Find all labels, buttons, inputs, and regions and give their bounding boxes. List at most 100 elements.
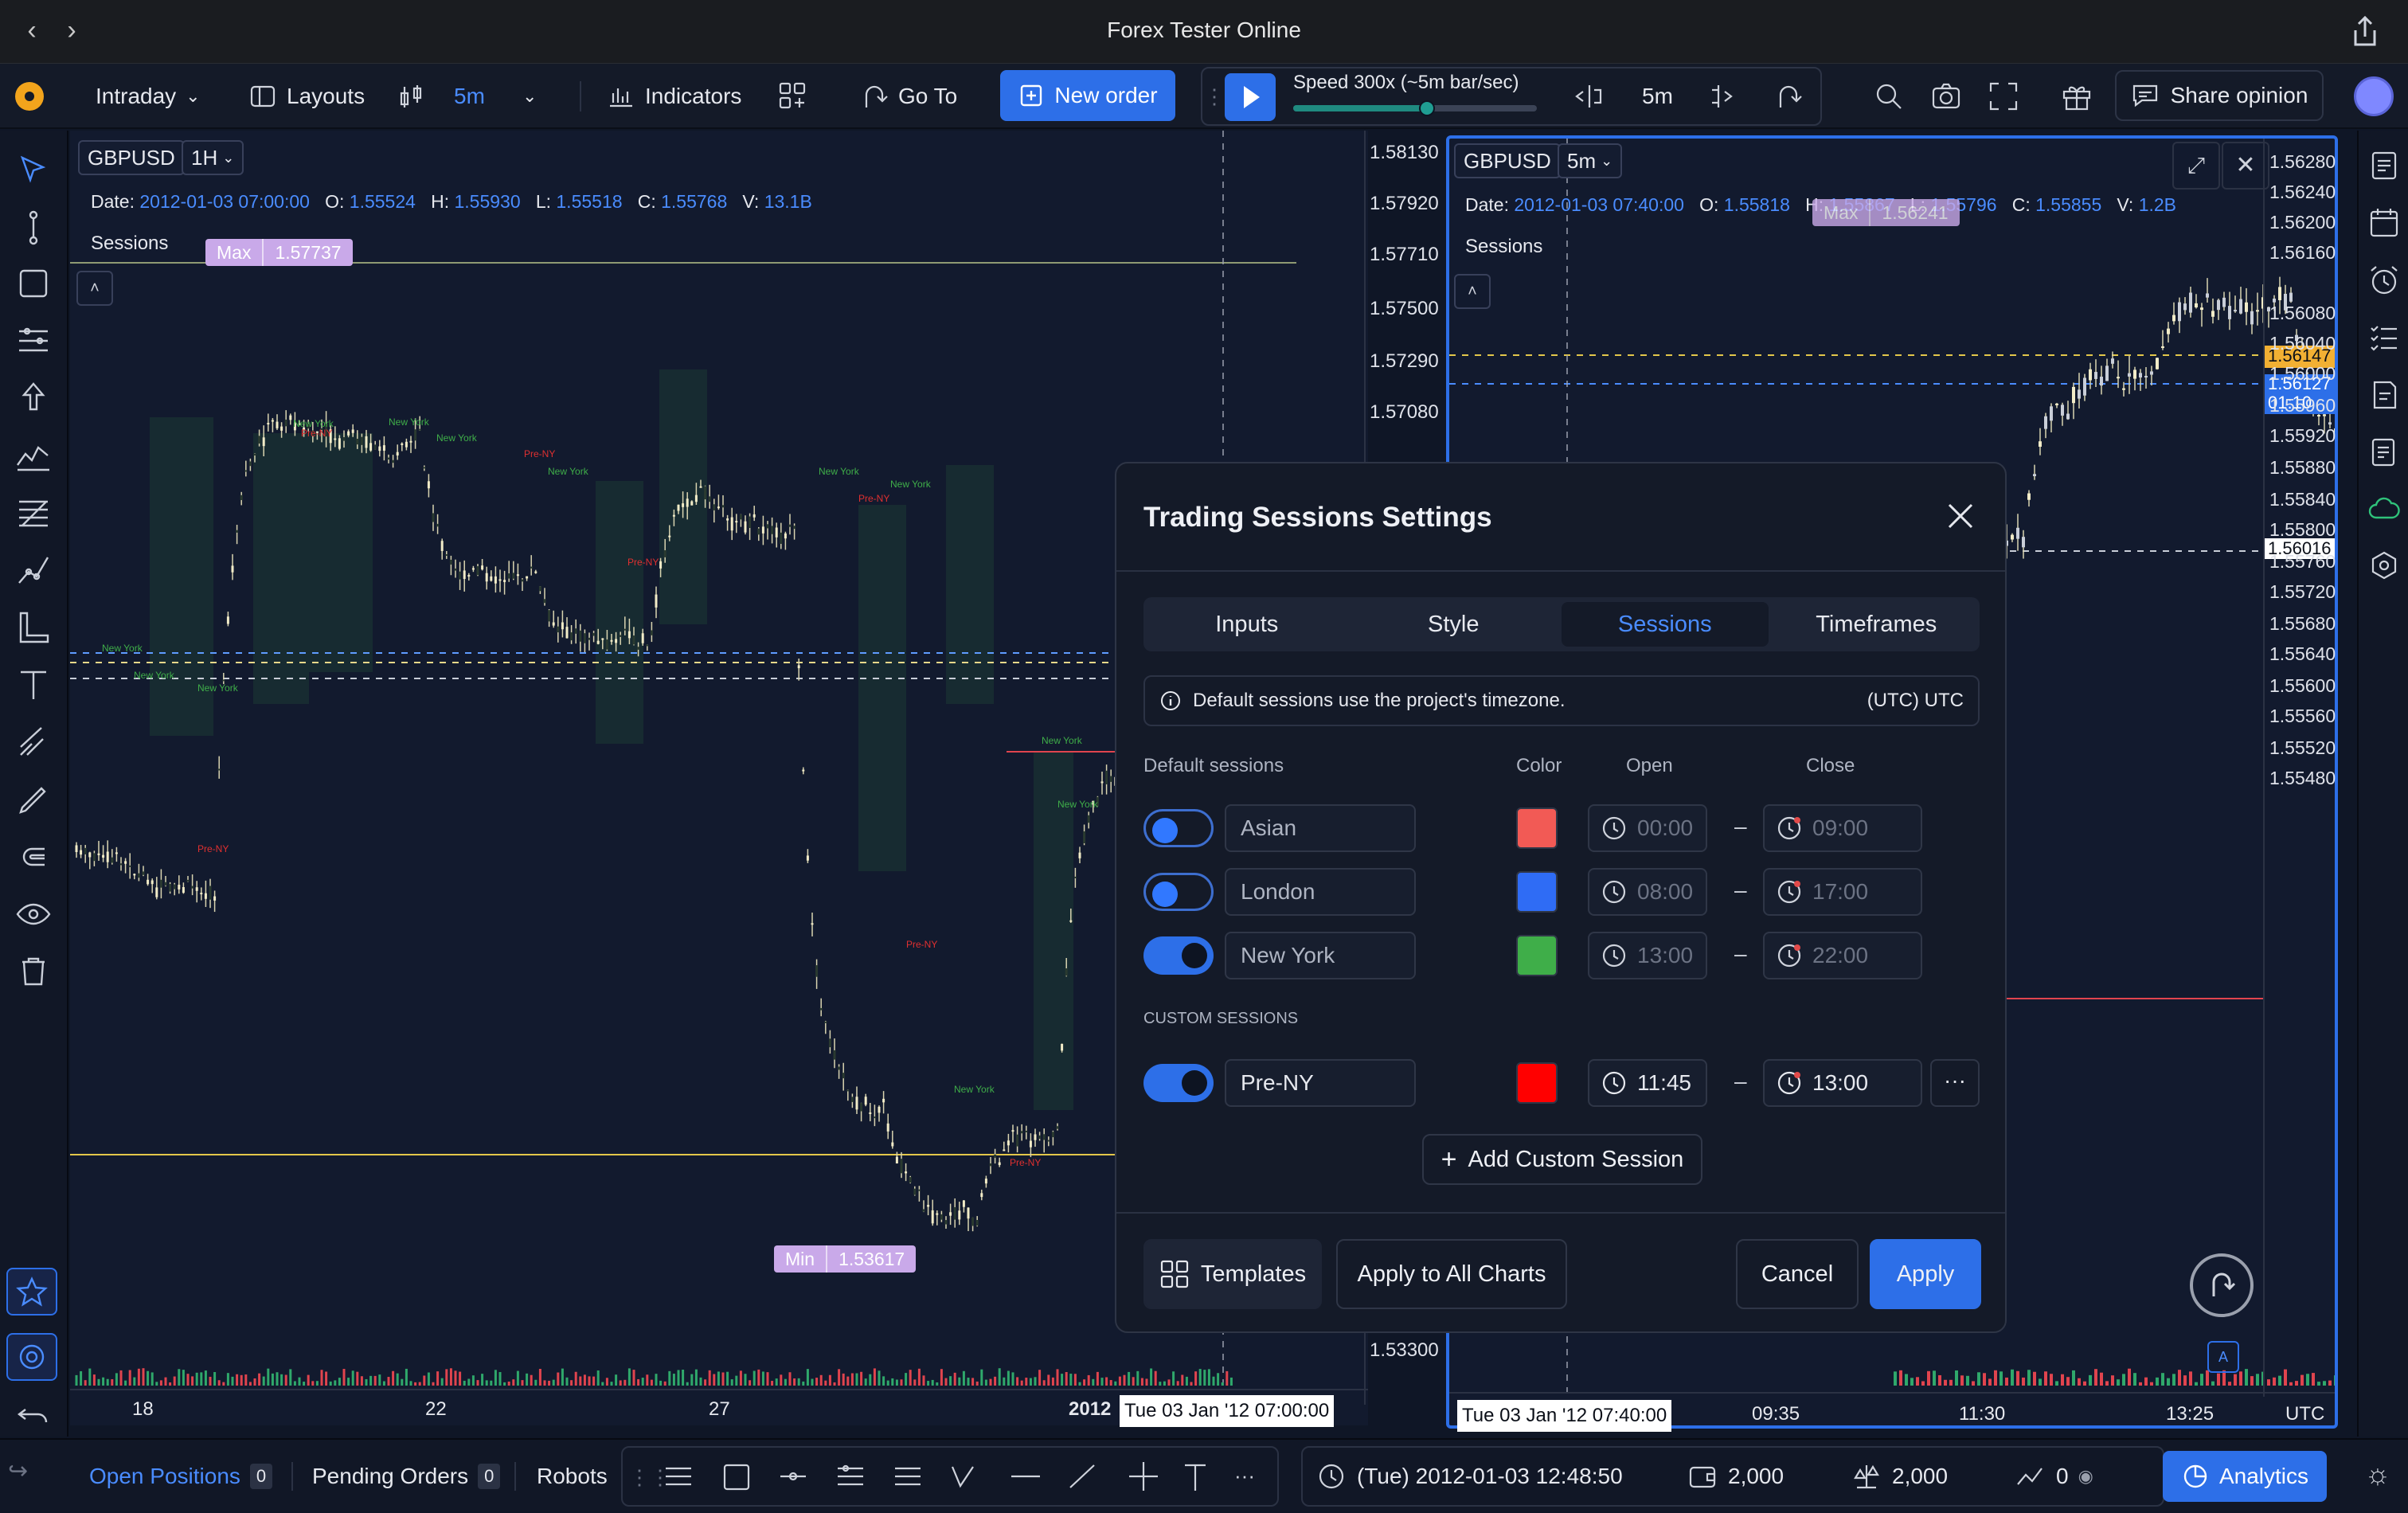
close-time-field[interactable]: 17:00 [1763, 868, 1922, 916]
session-name-field[interactable]: New York [1225, 932, 1416, 979]
expand-chart-icon[interactable]: ⤢ [2172, 142, 2220, 190]
rectangle-tool[interactable] [14, 264, 53, 303]
mode-selector[interactable]: Intraday ⌄ [96, 64, 201, 129]
line-tool[interactable] [14, 209, 53, 247]
timeframe-selector[interactable]: 5m [454, 64, 485, 129]
session-toggle[interactable] [1143, 873, 1214, 911]
analytics-button[interactable]: Analytics [2163, 1451, 2327, 1502]
polyline-tool[interactable] [14, 551, 53, 589]
scroll-to-realtime-button[interactable] [2190, 1253, 2254, 1317]
redo-icon[interactable]: ↪ [8, 1457, 28, 1485]
timeframe-selector[interactable]: 5m ⌄ [1558, 143, 1623, 178]
session-name-field[interactable]: Pre-NY [1225, 1059, 1416, 1107]
close-time-field[interactable]: 13:00 [1763, 1059, 1922, 1107]
timeframe-dropdown[interactable]: ⌄ [522, 64, 537, 129]
robots-tab[interactable]: Robots [537, 1440, 608, 1513]
more-options-icon[interactable]: ··· [1930, 1059, 1980, 1107]
volume-bar [1966, 1375, 1969, 1386]
collapse-legend-button[interactable]: ˄ [76, 271, 113, 306]
journal-icon[interactable] [2367, 377, 2402, 412]
session-toggle[interactable] [1143, 809, 1214, 847]
channel-tool[interactable] [14, 322, 53, 360]
delete-tool[interactable] [14, 952, 53, 991]
sync-charts-tool[interactable] [6, 1333, 57, 1381]
tab-sessions[interactable]: Sessions [1562, 602, 1769, 647]
add-custom-session-button[interactable]: + Add Custom Session [1422, 1134, 1702, 1185]
measure-tool[interactable] [14, 608, 53, 647]
chart-type-button[interactable] [397, 64, 425, 129]
step-forward-button[interactable] [1707, 64, 1739, 129]
theme-toggle-icon[interactable]: ☼ [2359, 1457, 2397, 1495]
candle-body [641, 633, 644, 643]
arrow-tool[interactable] [14, 379, 53, 417]
open-time-field[interactable]: 13:00 [1588, 932, 1707, 979]
pen-tool[interactable] [14, 780, 53, 819]
favorites-tool[interactable] [6, 1268, 57, 1316]
indicators-button[interactable]: Indicators [607, 64, 741, 129]
fib-tool[interactable] [14, 494, 53, 532]
templates-button[interactable]: Templates [1143, 1239, 1322, 1309]
session-name-field[interactable]: London [1225, 868, 1416, 916]
screenshot-button[interactable] [1930, 64, 1962, 129]
layouts-button[interactable]: Layouts [248, 64, 365, 129]
settings-icon[interactable] [2367, 549, 2402, 584]
session-color-swatch[interactable] [1516, 935, 1558, 976]
close-time-field[interactable]: 09:00 [1763, 804, 1922, 852]
speed-slider[interactable] [1293, 100, 1537, 116]
session-toggle[interactable] [1143, 936, 1214, 975]
text-tool[interactable] [14, 666, 53, 704]
new-order-button[interactable]: New order [1000, 70, 1175, 121]
session-name-field[interactable]: Asian [1225, 804, 1416, 852]
timeframe-selector[interactable]: 1H ⌄ [182, 140, 244, 175]
apply-button[interactable]: Apply [1870, 1239, 1981, 1309]
checklist-icon[interactable] [2367, 320, 2402, 355]
play-button[interactable] [1225, 73, 1276, 121]
close-icon[interactable] [1945, 500, 1976, 532]
share-icon[interactable] [2349, 14, 2381, 49]
auto-scale-button[interactable]: A [2207, 1341, 2239, 1373]
close-time-field[interactable]: 22:00 [1763, 932, 1922, 979]
templates-button[interactable] [777, 64, 809, 129]
share-opinion-button[interactable]: Share opinion [2115, 70, 2324, 121]
session-toggle[interactable] [1143, 1064, 1214, 1102]
search-button[interactable] [1873, 64, 1905, 129]
open-time-field[interactable]: 11:45 [1588, 1059, 1707, 1107]
fullscreen-button[interactable] [1988, 64, 2019, 129]
tab-inputs[interactable]: Inputs [1143, 597, 1351, 651]
step-back-button[interactable] [1573, 64, 1605, 129]
collapse-legend-button[interactable]: ˄ [1454, 274, 1491, 309]
news-icon[interactable] [2367, 148, 2402, 183]
app-logo-icon[interactable] [11, 78, 48, 115]
open-positions-tab[interactable]: Open Positions 0 [89, 1440, 273, 1513]
calendar-icon[interactable] [2367, 205, 2402, 240]
close-chart-icon[interactable]: ✕ [2222, 142, 2269, 190]
goto-end-button[interactable] [1773, 64, 1804, 129]
open-time-field[interactable]: 00:00 [1588, 804, 1707, 852]
report-icon[interactable] [2367, 435, 2402, 470]
session-color-swatch[interactable] [1516, 1062, 1558, 1104]
undo-tool[interactable] [14, 1395, 53, 1433]
visibility-tool[interactable] [14, 895, 53, 933]
session-color-swatch[interactable] [1516, 807, 1558, 849]
brush-tool[interactable] [14, 723, 53, 761]
cursor-tool[interactable] [14, 151, 53, 190]
symbol-selector[interactable]: GBPUSD [78, 140, 185, 175]
pattern-tool[interactable] [14, 436, 53, 475]
alarm-clock-icon[interactable] [2367, 263, 2402, 298]
tab-timeframes[interactable]: Timeframes [1773, 597, 1980, 651]
open-time-field[interactable]: 08:00 [1588, 868, 1707, 916]
pending-orders-tab[interactable]: Pending Orders 0 [312, 1440, 501, 1513]
cancel-button[interactable]: Cancel [1736, 1239, 1859, 1309]
avatar[interactable] [2354, 76, 2394, 116]
session-color-swatch[interactable] [1516, 871, 1558, 913]
symbol-selector[interactable]: GBPUSD [1454, 143, 1561, 178]
goto-button[interactable]: Go To [860, 64, 957, 129]
apply-to-all-charts-button[interactable]: Apply to All Charts [1336, 1239, 1567, 1309]
step-timeframe[interactable]: 5m [1642, 64, 1673, 129]
tab-style[interactable]: Style [1351, 597, 1558, 651]
cloud-icon[interactable] [2367, 492, 2402, 527]
timezone-label[interactable]: UTC [2285, 1403, 2324, 1425]
gift-button[interactable] [2061, 64, 2093, 129]
eye-icon[interactable]: ◉ [2078, 1466, 2093, 1487]
magnet-tool[interactable] [14, 838, 53, 876]
